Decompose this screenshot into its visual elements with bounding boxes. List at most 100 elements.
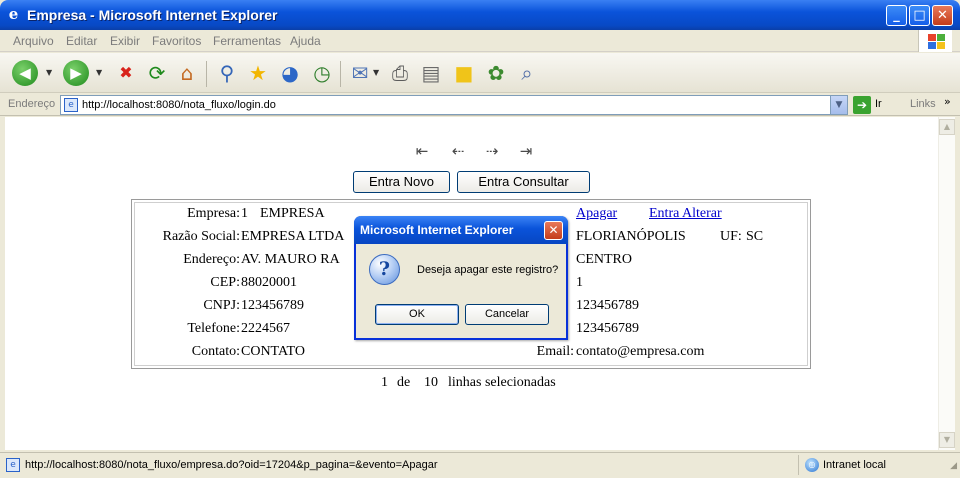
- status-text: http://localhost:8080/nota_fluxo/empresa…: [25, 459, 438, 471]
- windows-logo-icon: [918, 30, 952, 52]
- refresh-icon[interactable]: ⟳: [143, 60, 171, 86]
- address-dropdown-icon[interactable]: ▼: [830, 96, 847, 114]
- links-chevron-icon[interactable]: »: [944, 95, 951, 108]
- mail-icon[interactable]: ✉: [346, 60, 374, 86]
- zone-label: Intranet local: [823, 459, 886, 471]
- endereco-value: AV. MAURO RA: [241, 252, 340, 267]
- resize-grip-icon[interactable]: ◢: [950, 461, 957, 471]
- last-icon[interactable]: ⇥: [517, 142, 535, 160]
- empresa-label: Empresa:: [187, 206, 240, 221]
- cidade-value: FLORIANÓPOLIS: [576, 229, 686, 244]
- security-zone[interactable]: ◎ Intranet local: [798, 455, 940, 475]
- endereco-label: Endereço:: [183, 252, 240, 267]
- email-label: Email:: [536, 344, 574, 359]
- dialog-close-button[interactable]: ✕: [544, 221, 563, 240]
- telefone-label: Telefone:: [187, 321, 240, 336]
- contato-label: Contato:: [191, 344, 240, 359]
- go-icon[interactable]: ➔: [853, 96, 871, 114]
- entra-consultar-button[interactable]: Entra Consultar: [457, 171, 590, 193]
- entra-alterar-link[interactable]: Entra Alterar: [649, 206, 722, 222]
- print-icon[interactable]: ⎙: [386, 60, 414, 86]
- dialog-message: Deseja apagar este registro?: [417, 264, 559, 276]
- close-icon: ✕: [937, 8, 948, 23]
- confirm-dialog: Microsoft Internet Explorer ✕ ? Deseja a…: [354, 216, 568, 340]
- first-icon[interactable]: ⇤: [413, 142, 431, 160]
- menu-favoritos[interactable]: Favoritos: [152, 34, 201, 48]
- menu-ferramentas[interactable]: Ferramentas: [213, 34, 281, 48]
- page-status-icon: e: [6, 458, 20, 472]
- minimize-button[interactable]: _: [886, 5, 907, 26]
- cnpj-value: 123456789: [241, 298, 304, 313]
- apagar-link[interactable]: Apagar: [576, 206, 617, 222]
- close-icon: ✕: [548, 223, 559, 237]
- numero-value: 1: [576, 275, 583, 290]
- media-icon[interactable]: ◕: [276, 60, 304, 86]
- cnpj-label: CNPJ:: [203, 298, 240, 313]
- empresa-name: EMPRESA: [260, 206, 325, 221]
- email-value: contato@empresa.com: [576, 344, 705, 359]
- address-bar: Endereço e http://localhost:8080/nota_fl…: [0, 94, 960, 116]
- scroll-up-icon[interactable]: ▲: [939, 119, 955, 135]
- dialog-title: Microsoft Internet Explorer: [360, 223, 514, 237]
- research-icon[interactable]: ⌕: [513, 60, 541, 86]
- home-icon[interactable]: ⌂: [173, 60, 201, 86]
- toolbar: ◀ ▼ ▶ ▼ ✖ ⟳ ⌂ ⚲ ★ ◕ ◷ ✉ ▼ ⎙ ▤ ■ ✿ ⌕: [0, 53, 960, 93]
- intranet-icon: ◎: [805, 458, 819, 472]
- forward-icon[interactable]: ▶: [63, 60, 89, 86]
- favorites-icon[interactable]: ★: [244, 60, 272, 86]
- record-navigation: ⇤ ⇠ ⇢ ⇥: [413, 142, 543, 160]
- title-bar[interactable]: e Empresa - Microsoft Internet Explorer …: [0, 0, 960, 30]
- mail-dropdown-icon[interactable]: ▼: [373, 68, 379, 77]
- address-label: Endereço: [8, 98, 56, 110]
- close-button[interactable]: ✕: [932, 5, 953, 26]
- cancel-button[interactable]: Cancelar: [465, 304, 549, 325]
- menu-editar[interactable]: Editar: [66, 34, 97, 48]
- telefone-value: 2224567: [241, 321, 290, 336]
- question-icon: ?: [369, 254, 400, 285]
- browser-window: e Empresa - Microsoft Internet Explorer …: [0, 0, 960, 478]
- go-button[interactable]: Ir: [875, 98, 882, 110]
- page-icon: e: [64, 98, 78, 112]
- pagination-suffix: linhas selecionadas: [448, 375, 556, 390]
- menu-exibir[interactable]: Exibir: [110, 34, 140, 48]
- links-button[interactable]: Links: [910, 98, 936, 110]
- toolbar-separator: [206, 61, 207, 87]
- scroll-down-icon[interactable]: ▼: [939, 432, 955, 448]
- back-icon[interactable]: ◀: [12, 60, 38, 86]
- address-url[interactable]: http://localhost:8080/nota_fluxo/login.d…: [82, 99, 276, 111]
- dialog-title-bar[interactable]: Microsoft Internet Explorer ✕: [354, 216, 568, 244]
- razao-social-value: EMPRESA LTDA: [241, 229, 345, 244]
- razao-social-label: Razão Social:: [162, 229, 240, 244]
- inscricao-value: 123456789: [576, 298, 639, 313]
- next-icon[interactable]: ⇢: [483, 142, 501, 160]
- address-input[interactable]: e http://localhost:8080/nota_fluxo/login…: [60, 95, 848, 115]
- maximize-icon: □: [913, 8, 926, 23]
- entra-novo-button[interactable]: Entra Novo: [353, 171, 450, 193]
- toolbar-separator: [340, 61, 341, 87]
- previous-icon[interactable]: ⇠: [449, 142, 467, 160]
- cep-value: 88020001: [241, 275, 297, 290]
- maximize-button[interactable]: □: [909, 5, 930, 26]
- history-icon[interactable]: ◷: [308, 60, 336, 86]
- cep-label: CEP:: [210, 275, 240, 290]
- menu-ajuda[interactable]: Ajuda: [290, 34, 321, 48]
- discuss-icon[interactable]: ■: [450, 60, 478, 86]
- menu-bar: Arquivo Editar Exibir Favoritos Ferramen…: [0, 30, 960, 52]
- menu-arquivo[interactable]: Arquivo: [13, 34, 54, 48]
- status-bar: e http://localhost:8080/nota_fluxo/empre…: [0, 452, 960, 478]
- minimize-icon: _: [893, 8, 900, 23]
- window-title: Empresa - Microsoft Internet Explorer: [27, 7, 278, 23]
- forward-dropdown-icon[interactable]: ▼: [96, 68, 102, 77]
- uf-value: SC: [746, 229, 764, 244]
- back-dropdown-icon[interactable]: ▼: [46, 68, 52, 77]
- empresa-id: 1: [241, 206, 248, 221]
- bairro-value: CENTRO: [576, 252, 632, 267]
- messenger-icon[interactable]: ✿: [482, 60, 510, 86]
- search-icon[interactable]: ⚲: [213, 60, 241, 86]
- pagination-current: 1: [381, 375, 388, 390]
- vertical-scrollbar[interactable]: ▲ ▼: [938, 117, 955, 450]
- window-frame-right: [955, 117, 960, 450]
- stop-icon[interactable]: ✖: [112, 60, 140, 86]
- edit-icon[interactable]: ▤: [417, 60, 445, 86]
- ok-button[interactable]: OK: [375, 304, 459, 325]
